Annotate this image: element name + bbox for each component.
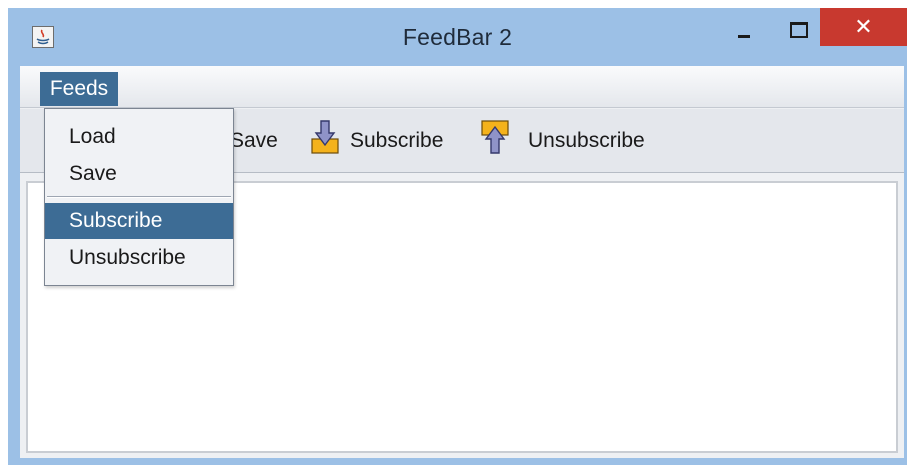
feeds-dropdown-menu: Load Save Subscribe Unsubscribe (44, 108, 234, 286)
menu-bar: Feeds (20, 66, 904, 108)
close-button[interactable]: ✕ (820, 8, 907, 46)
menu-item-save[interactable]: Save (45, 156, 233, 192)
minimize-button[interactable] (724, 8, 764, 46)
unsubscribe-up-arrow-icon[interactable] (480, 119, 510, 155)
menu-feeds[interactable]: Feeds (40, 72, 118, 106)
menu-item-subscribe[interactable]: Subscribe (45, 203, 233, 239)
app-window: FeedBar 2 ✕ Feeds Save Subscribe Unsubsc… (8, 8, 907, 465)
toolbar-subscribe-button[interactable]: Subscribe (350, 129, 443, 163)
menu-item-load[interactable]: Load (45, 119, 233, 155)
toolbar-unsubscribe-button[interactable]: Unsubscribe (528, 129, 645, 163)
title-bar[interactable]: FeedBar 2 ✕ (8, 8, 907, 66)
subscribe-down-arrow-icon[interactable] (310, 119, 340, 155)
window-title: FeedBar 2 (402, 24, 513, 50)
close-icon: ✕ (854, 14, 873, 39)
toolbar-save-button[interactable]: Save (230, 129, 278, 163)
menu-item-unsubscribe[interactable]: Unsubscribe (45, 240, 233, 276)
maximize-button[interactable] (778, 8, 818, 46)
menu-separator (47, 196, 231, 198)
window-client-area: Feeds Save Subscribe Unsubscribe Load Sa… (20, 66, 904, 458)
